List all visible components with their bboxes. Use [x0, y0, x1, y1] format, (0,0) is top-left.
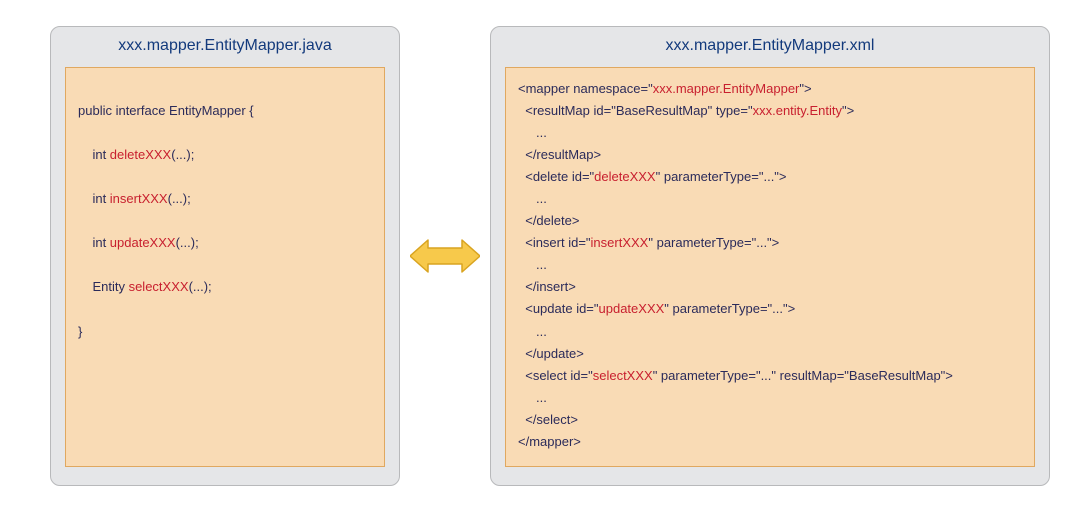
xml-l8c: " parameterType="..."> [648, 235, 779, 250]
xml-l2b: xxx.entity.Entity [753, 103, 842, 118]
java-m1-suffix: (...); [171, 147, 194, 162]
java-m1-name: deleteXXX [110, 147, 171, 162]
xml-l12: ... [518, 324, 547, 339]
java-m2-suffix: (...); [168, 191, 191, 206]
java-close: } [78, 324, 82, 339]
xml-l11b: updateXXX [599, 301, 665, 316]
xml-l3: ... [518, 125, 547, 140]
xml-code-box: <mapper namespace="xxx.mapper.EntityMapp… [505, 67, 1035, 467]
java-panel-title: xxx.mapper.EntityMapper.java [51, 27, 399, 67]
java-m3-suffix: (...); [176, 235, 199, 250]
xml-l10: </insert> [518, 279, 576, 294]
xml-l2a: <resultMap id="BaseResultMap" type=" [518, 103, 753, 118]
java-m2-name: insertXXX [110, 191, 168, 206]
diagram-container: xxx.mapper.EntityMapper.java public inte… [0, 0, 1080, 511]
java-m4-suffix: (...); [189, 279, 212, 294]
xml-panel-title: xxx.mapper.EntityMapper.xml [491, 27, 1049, 67]
xml-l14c: " parameterType="..." resultMap="BaseRes… [653, 368, 953, 383]
xml-l11a: <update id=" [518, 301, 599, 316]
java-m3-name: updateXXX [110, 235, 176, 250]
xml-l9: ... [518, 257, 547, 272]
java-decl: public interface EntityMapper { [78, 103, 254, 118]
xml-l15: ... [518, 390, 547, 405]
xml-l13: </update> [518, 346, 584, 361]
xml-l2c: "> [842, 103, 854, 118]
xml-l1b: xxx.mapper.EntityMapper [653, 81, 800, 96]
java-panel: xxx.mapper.EntityMapper.java public inte… [50, 26, 400, 486]
java-m1-prefix: int [78, 147, 110, 162]
xml-l16: </select> [518, 412, 578, 427]
xml-l11c: " parameterType="..."> [664, 301, 795, 316]
xml-l1a: <mapper namespace=" [518, 81, 653, 96]
xml-l6: ... [518, 191, 547, 206]
xml-l5b: deleteXXX [594, 169, 655, 184]
java-m4-name: selectXXX [129, 279, 189, 294]
java-m2-prefix: int [78, 191, 110, 206]
xml-l8a: <insert id=" [518, 235, 591, 250]
xml-l5c: " parameterType="..."> [656, 169, 787, 184]
bidirectional-arrow-icon [405, 236, 485, 276]
java-m4-prefix: Entity [78, 279, 129, 294]
java-code-box: public interface EntityMapper { int dele… [65, 67, 385, 467]
xml-l8b: insertXXX [591, 235, 649, 250]
xml-l14a: <select id=" [518, 368, 593, 383]
xml-l4: </resultMap> [518, 147, 601, 162]
java-m3-prefix: int [78, 235, 110, 250]
xml-panel: xxx.mapper.EntityMapper.xml <mapper name… [490, 26, 1050, 486]
xml-l7: </delete> [518, 213, 579, 228]
xml-l17: </mapper> [518, 434, 581, 449]
xml-l5a: <delete id=" [518, 169, 594, 184]
xml-l14b: selectXXX [593, 368, 653, 383]
xml-l1c: "> [799, 81, 811, 96]
